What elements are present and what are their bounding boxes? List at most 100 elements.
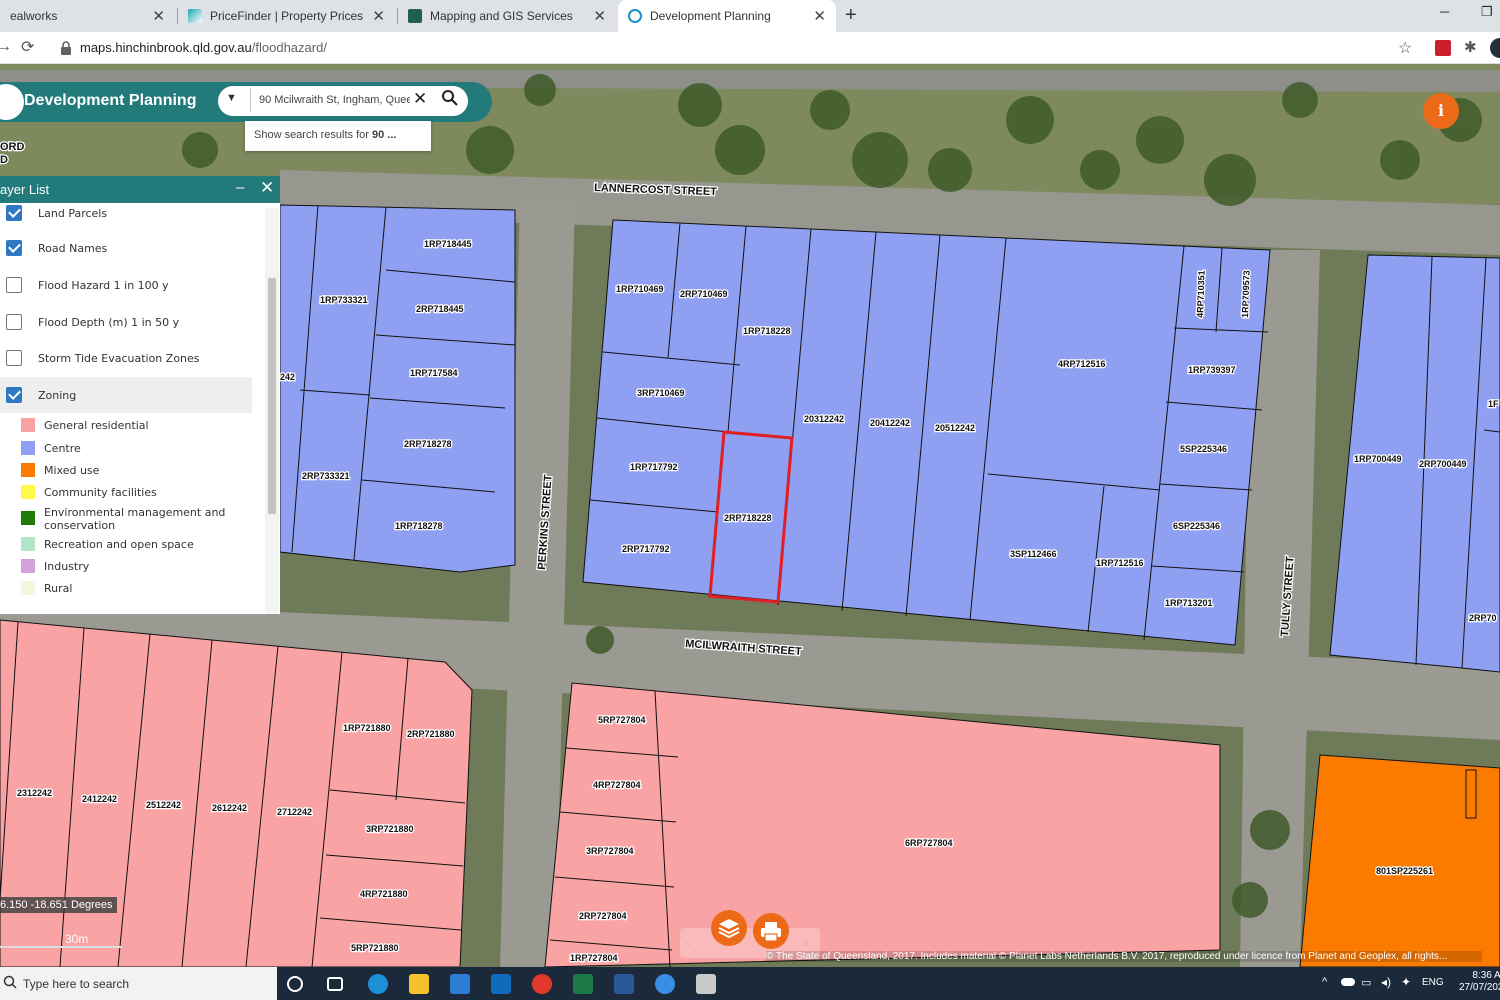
mail-icon[interactable] [450,974,470,994]
forward-arrow-icon[interactable]: → [0,38,12,56]
zone-centre-block-west[interactable] [279,204,516,573]
layer-list-title: ayer List [0,182,50,197]
file-explorer-icon[interactable] [409,974,429,994]
parcel-label: 1RP717584 [410,368,458,378]
new-tab-button[interactable]: + [845,4,857,27]
pdf-extension-icon[interactable] [1435,40,1451,56]
word-icon[interactable] [614,974,634,994]
zone-residential-block-west[interactable] [0,619,473,967]
clock-date: 27/07/2020 [1459,982,1500,993]
parcel-label: 20512242 [935,423,975,433]
clock-time: 8:36 AM [1472,970,1500,981]
checkbox-checked-icon[interactable] [6,205,22,221]
checkbox-checked-icon[interactable] [6,387,22,403]
snipping-tool-icon[interactable] [696,974,716,994]
excel-icon[interactable] [573,974,593,994]
network-icon[interactable]: ▭ [1361,976,1371,989]
close-icon[interactable]: ✕ [813,7,826,25]
chevron-left-icon[interactable]: ‹ [686,934,691,950]
tab-development-planning[interactable]: Development Planning ✕ [618,0,836,32]
parcel-label: 20312242 [804,414,844,424]
legend-swatch [21,559,35,573]
tab-mapping-gis[interactable]: Mapping and GIS Services ✕ [398,0,616,32]
parcel-label: 2312242 [17,788,52,798]
layer-list-scroll-thumb[interactable] [268,278,276,514]
map-corner-label: ORD [0,141,25,153]
url-field[interactable]: maps.hinchinbrook.qld.gov.au/floodhazard… [80,40,327,55]
layer-label: Storm Tide Evacuation Zones [38,351,200,365]
map-attribution: © The State of Queensland, 2017. Include… [766,951,1482,962]
minimize-window-button[interactable]: ─ [1440,4,1449,19]
checkbox-unchecked-icon[interactable] [6,277,22,293]
chrome-icon[interactable] [532,974,552,994]
search-suggestion[interactable]: Show search results for 90 ... [245,121,431,151]
edge-browser-icon[interactable] [368,974,388,994]
layer-item-road-names[interactable]: Road Names [0,230,252,266]
legend-label: Industry [44,559,90,573]
close-icon[interactable]: ✕ [372,7,385,25]
coordinate-readout: 6.150 -18.651 Degrees [0,897,117,913]
parcel-label: 2RP718228 [724,513,772,523]
close-icon[interactable]: ✕ [152,7,165,25]
parcel-label: 6RP727804 [905,838,953,848]
clear-search-button[interactable]: ✕ [413,89,427,109]
clock[interactable]: 8:36 AM 27/07/2020 [1459,970,1500,994]
checkbox-checked-icon[interactable] [6,240,22,256]
zone-centre-block-central[interactable] [582,219,1271,646]
profile-avatar[interactable] [1490,38,1500,58]
info-button[interactable]: i [1423,93,1459,129]
volume-icon[interactable]: ◂) [1381,975,1391,989]
tab-realworks[interactable]: ealworks ✕ [0,0,175,32]
layer-item-flood-depth[interactable]: Flood Depth (m) 1 in 50 y [0,304,252,340]
parcel-label: 1F [1488,399,1499,409]
close-panel-button[interactable]: ✕ [260,178,274,198]
layer-item-zoning[interactable]: Zoning [0,377,252,413]
language-indicator[interactable]: ENG [1422,977,1444,988]
legend-swatch [21,537,35,551]
checkbox-unchecked-icon[interactable] [6,350,22,366]
layer-label: Flood Depth (m) 1 in 50 y [38,315,180,329]
legend-item: Industry [21,559,89,573]
app-globe-icon[interactable] [655,974,675,994]
legend-swatch [21,485,35,499]
task-view-icon[interactable] [327,977,343,991]
outlook-icon[interactable] [491,974,511,994]
address-search-input[interactable] [250,88,410,112]
parcel-label: 2412242 [82,794,117,804]
parcel-label: 2RP710469 [680,289,728,299]
parcel-label: 3SP112466 [1010,549,1057,559]
legend-swatch [21,511,35,525]
tab-pricefinder[interactable]: PriceFinder | Property Prices Aust ✕ [178,0,395,32]
lock-icon [61,41,71,55]
search-icon[interactable] [441,89,459,107]
close-icon[interactable]: ✕ [593,7,606,25]
print-button[interactable] [753,913,789,949]
parcel-label: 2612242 [212,803,247,813]
layers-icon [718,919,740,939]
layer-label: Zoning [38,388,77,402]
parcel-label: 1RP717792 [630,462,678,472]
layers-button[interactable] [711,910,747,946]
onedrive-icon[interactable] [1341,978,1355,986]
restore-window-button[interactable]: ❐ [1481,4,1493,20]
zone-mixed-use-block[interactable] [1299,754,1500,967]
layer-item-flood-hazard[interactable]: Flood Hazard 1 in 100 y [0,267,252,303]
chevron-right-icon[interactable]: › [804,934,809,950]
extensions-puzzle-icon[interactable]: ✱ [1464,38,1477,56]
parcel-label: 2RP727804 [579,911,627,921]
legend-label: Recreation and open space [44,537,194,551]
layer-item-storm-tide[interactable]: Storm Tide Evacuation Zones [0,340,252,376]
layer-item-land-parcels[interactable]: Land Parcels [0,203,252,231]
tray-chevron-up-icon[interactable]: ^ [1322,976,1327,988]
bookmark-star-icon[interactable]: ☆ [1398,38,1412,58]
parcel-label: 1RP709573 [1240,270,1252,318]
legend-item: Environmental management and conservatio… [21,506,241,532]
minimize-panel-button[interactable]: – [236,179,244,196]
legend-swatch [21,441,35,455]
cortana-icon[interactable] [287,976,303,992]
legend-swatch [21,581,35,595]
dropbox-icon[interactable]: ✦ [1401,975,1411,989]
search-source-dropdown[interactable]: ▼ [226,92,237,104]
checkbox-unchecked-icon[interactable] [6,314,22,330]
reload-icon[interactable]: ⟳ [21,37,34,57]
